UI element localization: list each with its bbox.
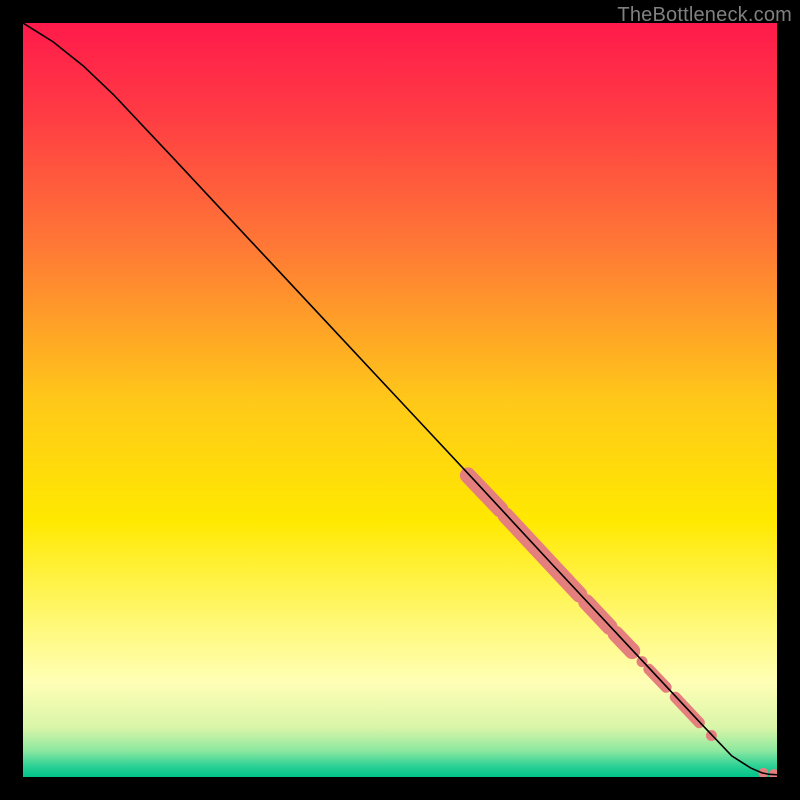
- chart-stage: TheBottleneck.com: [0, 0, 800, 800]
- chart-plot: [23, 23, 777, 777]
